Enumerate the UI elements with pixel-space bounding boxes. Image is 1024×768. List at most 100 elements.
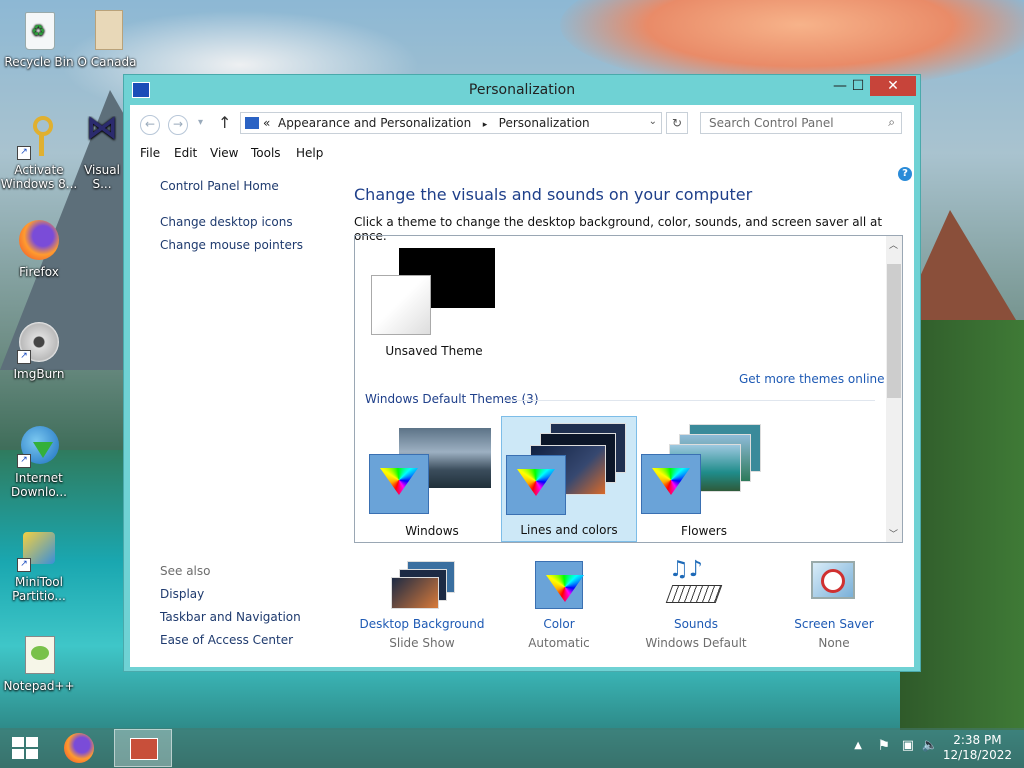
network-icon[interactable]: ▣ xyxy=(902,738,914,753)
scroll-down-icon[interactable]: ﹀ xyxy=(889,527,898,540)
change-mouse-pointers-link[interactable]: Change mouse pointers xyxy=(160,238,303,252)
notepad-plus-icon xyxy=(17,632,61,676)
desktop-background-value: Slide Show xyxy=(389,636,455,650)
desktop-icon-label: Notepad++ xyxy=(3,679,75,693)
sounds-value: Windows Default xyxy=(645,636,747,650)
theme-list-scrollbar[interactable]: ︿ ﹀ xyxy=(886,236,902,542)
personalization-window: Personalization — ☐ ✕ ← → ▾ ↑ « Appearan… xyxy=(123,74,921,672)
theme-preview-color xyxy=(371,275,431,335)
see-also-title: See also xyxy=(160,564,211,578)
clock[interactable]: 2:38 PM 12/18/2022 xyxy=(943,733,1012,763)
color-value: Automatic xyxy=(528,636,590,650)
desktop-icon-label: Firefox xyxy=(19,265,59,279)
back-icon[interactable]: ← xyxy=(140,115,160,135)
menu-bar: File Edit View Tools Help xyxy=(130,143,914,165)
group-divider xyxy=(505,400,875,401)
search-icon: ⌕ xyxy=(888,115,895,129)
menu-help[interactable]: Help xyxy=(296,146,323,160)
desktop-icon-activate-windows[interactable]: ↗ Activate Windows 8... xyxy=(0,116,79,191)
theme-group-title: Windows Default Themes (3) xyxy=(365,392,539,406)
color-item[interactable]: Color Automatic xyxy=(494,557,624,650)
start-button[interactable] xyxy=(12,737,38,759)
disc-icon: ↗ xyxy=(17,320,61,364)
maximize-button[interactable]: ☐ xyxy=(844,76,872,96)
taskbar-navigation-link[interactable]: Taskbar and Navigation xyxy=(160,610,301,624)
desktop-icon-visual-studio[interactable]: ⋈ Visual S... xyxy=(80,116,124,191)
recycle-bin-icon: ♻ xyxy=(17,8,61,52)
search-input[interactable]: Search Control Panel ⌕ xyxy=(700,112,902,134)
color-icon xyxy=(494,557,624,611)
window-client-area: ← → ▾ ↑ « Appearance and Personalization… xyxy=(130,105,914,667)
action-center-flag-icon[interactable]: ⚑ xyxy=(877,738,890,754)
desktop-icon-label: Recycle Bin xyxy=(4,55,74,69)
get-more-themes-link[interactable]: Get more themes online xyxy=(739,372,885,386)
theme-preview-color xyxy=(641,454,701,514)
menu-view[interactable]: View xyxy=(210,146,238,160)
desktop-icon-recycle-bin[interactable]: ♻ Recycle Bin xyxy=(0,8,79,69)
help-icon[interactable]: ? xyxy=(898,167,912,181)
window-title: Personalization xyxy=(468,82,576,98)
change-desktop-icons-link[interactable]: Change desktop icons xyxy=(160,215,293,229)
menu-file[interactable]: File xyxy=(140,146,160,160)
desktop-icon-label: O Canada xyxy=(77,55,137,69)
desktop-background-item[interactable]: Desktop Background Slide Show xyxy=(357,557,487,650)
theme-windows[interactable]: Windows xyxy=(367,418,497,542)
breadcrumb-personalization[interactable]: Personalization xyxy=(499,116,590,130)
desktop-icon-label: MiniTool Partitio... xyxy=(12,575,66,603)
page-title: Change the visuals and sounds on your co… xyxy=(354,185,753,204)
forward-icon[interactable]: → xyxy=(168,115,188,135)
recent-pages-icon[interactable]: ▾ xyxy=(198,117,203,128)
volume-muted-icon[interactable]: 🔈 xyxy=(922,738,938,753)
desktop-icon-imgburn[interactable]: ↗ ImgBurn xyxy=(0,320,79,381)
desktop-icon-o-canada[interactable]: O Canada xyxy=(77,8,137,69)
firefox-icon xyxy=(17,218,61,262)
show-hidden-icons-icon[interactable]: ▲ xyxy=(854,740,862,751)
desktop-background-icon xyxy=(357,557,487,611)
theme-label: Windows xyxy=(405,524,459,538)
sounds-item[interactable]: ♫♪ Sounds Windows Default xyxy=(631,557,761,650)
screen-saver-icon xyxy=(769,557,899,611)
control-panel-home-link[interactable]: Control Panel Home xyxy=(160,179,279,193)
visual-studio-icon: ⋈ xyxy=(86,116,118,146)
desktop-icon-internet-download[interactable]: ↗ Internet Downlo... xyxy=(0,424,79,499)
desktop-icon-notepad-plus[interactable]: Notepad++ xyxy=(0,632,79,693)
sounds-title: Sounds xyxy=(673,617,719,631)
theme-lines-and-colors[interactable]: Lines and colors xyxy=(501,416,637,542)
scrollbar-thumb[interactable] xyxy=(887,264,901,398)
display-link[interactable]: Display xyxy=(160,587,204,601)
desktop-icon-minitool[interactable]: ↗ MiniTool Partitio... xyxy=(0,528,79,603)
screen-saver-title: Screen Saver xyxy=(794,617,874,631)
screen-saver-value: None xyxy=(818,636,850,650)
theme-label: Unsaved Theme xyxy=(385,344,483,358)
refresh-icon[interactable]: ↻ xyxy=(666,112,688,134)
theme-preview-color xyxy=(369,454,429,514)
color-title: Color xyxy=(543,617,575,631)
breadcrumb-overflow[interactable]: « xyxy=(263,116,270,130)
theme-label: Flowers xyxy=(681,524,727,538)
ease-of-access-link[interactable]: Ease of Access Center xyxy=(160,633,293,647)
menu-tools[interactable]: Tools xyxy=(251,146,281,160)
menu-edit[interactable]: Edit xyxy=(174,146,197,160)
clock-date: 12/18/2022 xyxy=(942,748,1012,762)
navigation-bar: ← → ▾ ↑ « Appearance and Personalization… xyxy=(130,105,914,141)
scroll-up-icon[interactable]: ︿ xyxy=(889,238,898,251)
taskbar-firefox-icon[interactable] xyxy=(64,733,94,763)
control-panel-icon xyxy=(245,117,259,129)
sounds-icon: ♫♪ xyxy=(631,557,761,611)
desktop-icon-label: Activate Windows 8... xyxy=(0,163,78,191)
address-dropdown-icon[interactable]: ⌄ xyxy=(649,116,657,127)
taskbar: ▲ ⚑ ▣ 🔈 2:38 PM 12/18/2022 xyxy=(0,728,1024,768)
close-button[interactable]: ✕ xyxy=(870,76,916,96)
address-bar[interactable]: « Appearance and Personalization ▸ Perso… xyxy=(240,112,662,134)
title-bar[interactable]: Personalization — ☐ ✕ xyxy=(124,75,920,105)
globe-download-icon: ↗ xyxy=(17,424,61,468)
taskbar-personalization-button[interactable] xyxy=(114,729,172,767)
theme-flowers[interactable]: Flowers xyxy=(639,418,769,542)
breadcrumb-appearance[interactable]: Appearance and Personalization xyxy=(278,116,471,130)
theme-unsaved[interactable]: Unsaved Theme xyxy=(369,248,499,360)
file-icon xyxy=(85,8,129,52)
breadcrumb-separator-icon[interactable]: ▸ xyxy=(483,120,488,130)
screen-saver-item[interactable]: Screen Saver None xyxy=(769,557,899,650)
desktop-icon-firefox[interactable]: Firefox xyxy=(0,218,79,279)
up-icon[interactable]: ↑ xyxy=(218,113,231,132)
